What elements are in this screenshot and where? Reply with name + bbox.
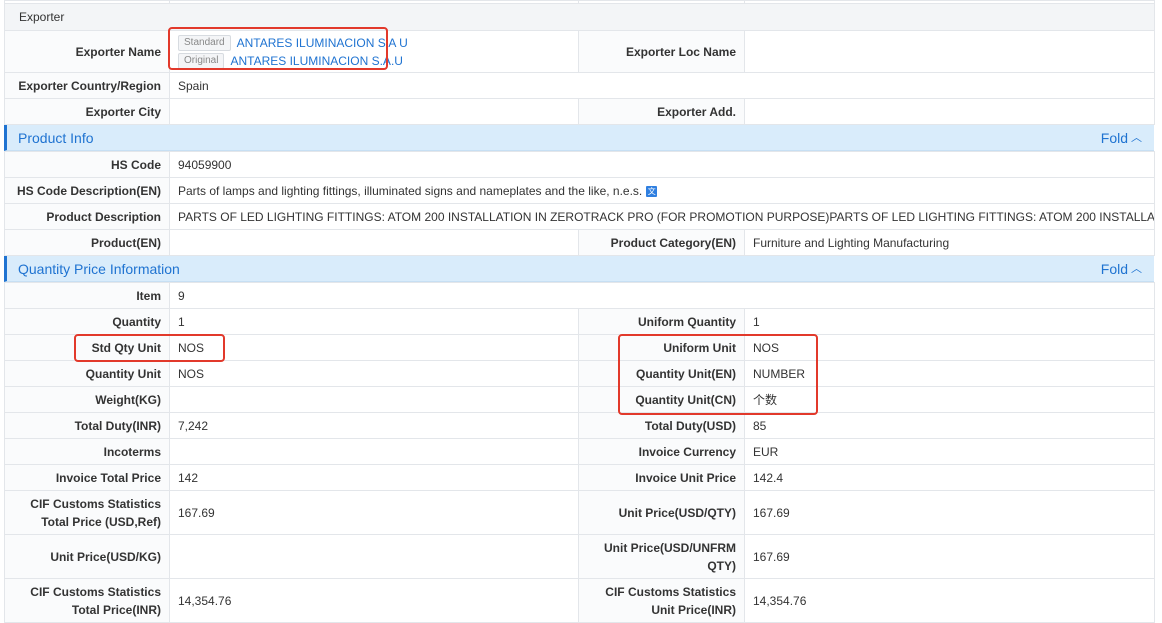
exporter-loc-name-value xyxy=(744,30,1155,73)
weight-label: Weight(KG) xyxy=(4,386,170,413)
quantity-fold-button[interactable]: Fold ︿ xyxy=(1101,261,1142,277)
product-info-title: Product Info xyxy=(18,129,94,146)
hs-code-value: 94059900 xyxy=(168,151,1156,178)
quantity-label: Quantity xyxy=(4,308,170,335)
invoice-total-price-value: 142 xyxy=(169,464,579,491)
exporter-loc-name-label: Exporter Loc Name xyxy=(578,30,745,73)
quantity-unit-en-label: Quantity Unit(EN) xyxy=(578,360,745,387)
hs-code-label: HS Code xyxy=(4,151,170,178)
cif-total-inr-label: CIF Customs Statistics Total Price(INR) xyxy=(4,578,170,623)
item-value: 9 xyxy=(168,282,1156,309)
standard-tag: Standard xyxy=(178,34,231,51)
exporter-standard-name-link[interactable]: ANTARES ILUMINACION S A U xyxy=(237,36,408,50)
exporter-original-name-link[interactable]: ANTARES ILUMINACION S.A.U xyxy=(230,54,402,68)
exporter-header: Exporter xyxy=(4,3,1155,31)
translate-icon[interactable]: 文 xyxy=(646,185,658,197)
unit-price-usd-unfrm-label: Unit Price(USD/UNFRM QTY) xyxy=(578,534,745,579)
exporter-city-value xyxy=(169,98,579,125)
chevron-up-icon: ︿ xyxy=(1131,131,1142,144)
quantity-header: Quantity Price Information Fold ︿ xyxy=(4,256,1154,282)
cif-total-inr-value: 14,354.76 xyxy=(169,578,579,623)
exporter-country-label: Exporter Country/Region xyxy=(4,72,170,99)
cif-unit-inr-label: CIF Customs Statistics Unit Price(INR) xyxy=(578,578,745,623)
item-label: Item xyxy=(4,282,170,309)
invoice-currency-label: Invoice Currency xyxy=(578,438,745,465)
exporter-address-value xyxy=(744,98,1155,125)
invoice-unit-price-label: Invoice Unit Price xyxy=(578,464,745,491)
unit-price-usd-kg-label: Unit Price(USD/KG) xyxy=(4,534,170,579)
weight-value xyxy=(169,386,579,413)
incoterms-value xyxy=(169,438,579,465)
exporter-city-label: Exporter City xyxy=(4,98,170,125)
std-qty-unit-label: Std Qty Unit xyxy=(4,334,170,361)
exporter-address-label: Exporter Add. xyxy=(578,98,745,125)
quantity-table: Item 9 Quantity 1 Uniform Quantity 1 Std… xyxy=(4,282,1156,623)
fold-label: Fold xyxy=(1100,129,1128,146)
fold-label: Fold xyxy=(1100,260,1128,277)
uniform-unit-value: NOS xyxy=(743,334,1156,361)
quantity-unit-en-value: NUMBER xyxy=(743,360,1156,387)
product-category-label: Product Category(EN) xyxy=(578,229,745,256)
product-desc-value: PARTS OF LED LIGHTING FITTINGS: ATOM 200… xyxy=(178,209,1155,224)
product-info-header: Product Info Fold ︿ xyxy=(4,125,1154,151)
invoice-currency-value: EUR xyxy=(743,438,1156,465)
product-info-table: HS Code 94059900 HS Code Description(EN)… xyxy=(4,151,1156,256)
unit-price-usd-unfrm-value: 167.69 xyxy=(743,534,1156,579)
hs-desc-cell: Parts of lamps and lighting fittings, il… xyxy=(168,177,1156,204)
product-category-value: Furniture and Lighting Manufacturing xyxy=(743,229,1156,256)
quantity-unit-cn-label: Quantity Unit(CN) xyxy=(578,386,745,413)
quantity-unit-value: NOS xyxy=(169,360,579,387)
total-duty-inr-value: 7,242 xyxy=(169,412,579,439)
std-qty-unit-value: NOS xyxy=(169,334,579,361)
total-duty-inr-label: Total Duty(INR) xyxy=(4,412,170,439)
quantity-unit-cn-value: 个数 xyxy=(743,386,1156,413)
product-desc-cell: PARTS OF LED LIGHTING FITTINGS: ATOM 200… xyxy=(168,203,1156,230)
product-en-value xyxy=(169,229,579,256)
exporter-name-label: Exporter Name xyxy=(4,30,170,73)
detail-panel: Exporter Exporter Name Standard ANTARES … xyxy=(4,0,1156,623)
quantity-unit-label: Quantity Unit xyxy=(4,360,170,387)
uniform-quantity-label: Uniform Quantity xyxy=(578,308,745,335)
product-desc-label: Product Description xyxy=(4,203,170,230)
hs-desc-value: Parts of lamps and lighting fittings, il… xyxy=(178,183,643,198)
unit-price-usd-qty-value: 167.69 xyxy=(743,490,1156,535)
exporter-country-value: Spain xyxy=(169,72,1155,99)
invoice-unit-price-value: 142.4 xyxy=(743,464,1156,491)
quantity-title: Quantity Price Information xyxy=(18,260,180,277)
product-en-label: Product(EN) xyxy=(4,229,170,256)
exporter-table: Exporter Exporter Name Standard ANTARES … xyxy=(4,0,1155,125)
chevron-up-icon: ︿ xyxy=(1131,262,1142,275)
cif-total-usd-value: 167.69 xyxy=(169,490,579,535)
hs-desc-label: HS Code Description(EN) xyxy=(4,177,170,204)
total-duty-usd-label: Total Duty(USD) xyxy=(578,412,745,439)
unit-price-usd-qty-label: Unit Price(USD/QTY) xyxy=(578,490,745,535)
product-info-fold-button[interactable]: Fold ︿ xyxy=(1101,130,1142,146)
exporter-name-cell: Standard ANTARES ILUMINACION S A U Origi… xyxy=(169,30,579,73)
uniform-quantity-value: 1 xyxy=(743,308,1156,335)
quantity-value: 1 xyxy=(169,308,579,335)
unit-price-usd-kg-value xyxy=(169,534,579,579)
invoice-total-price-label: Invoice Total Price xyxy=(4,464,170,491)
original-tag: Original xyxy=(178,52,225,69)
cif-unit-inr-value: 14,354.76 xyxy=(743,578,1156,623)
cif-total-usd-label: CIF Customs Statistics Total Price (USD,… xyxy=(4,490,170,535)
total-duty-usd-value: 85 xyxy=(743,412,1156,439)
incoterms-label: Incoterms xyxy=(4,438,170,465)
uniform-unit-label: Uniform Unit xyxy=(578,334,745,361)
